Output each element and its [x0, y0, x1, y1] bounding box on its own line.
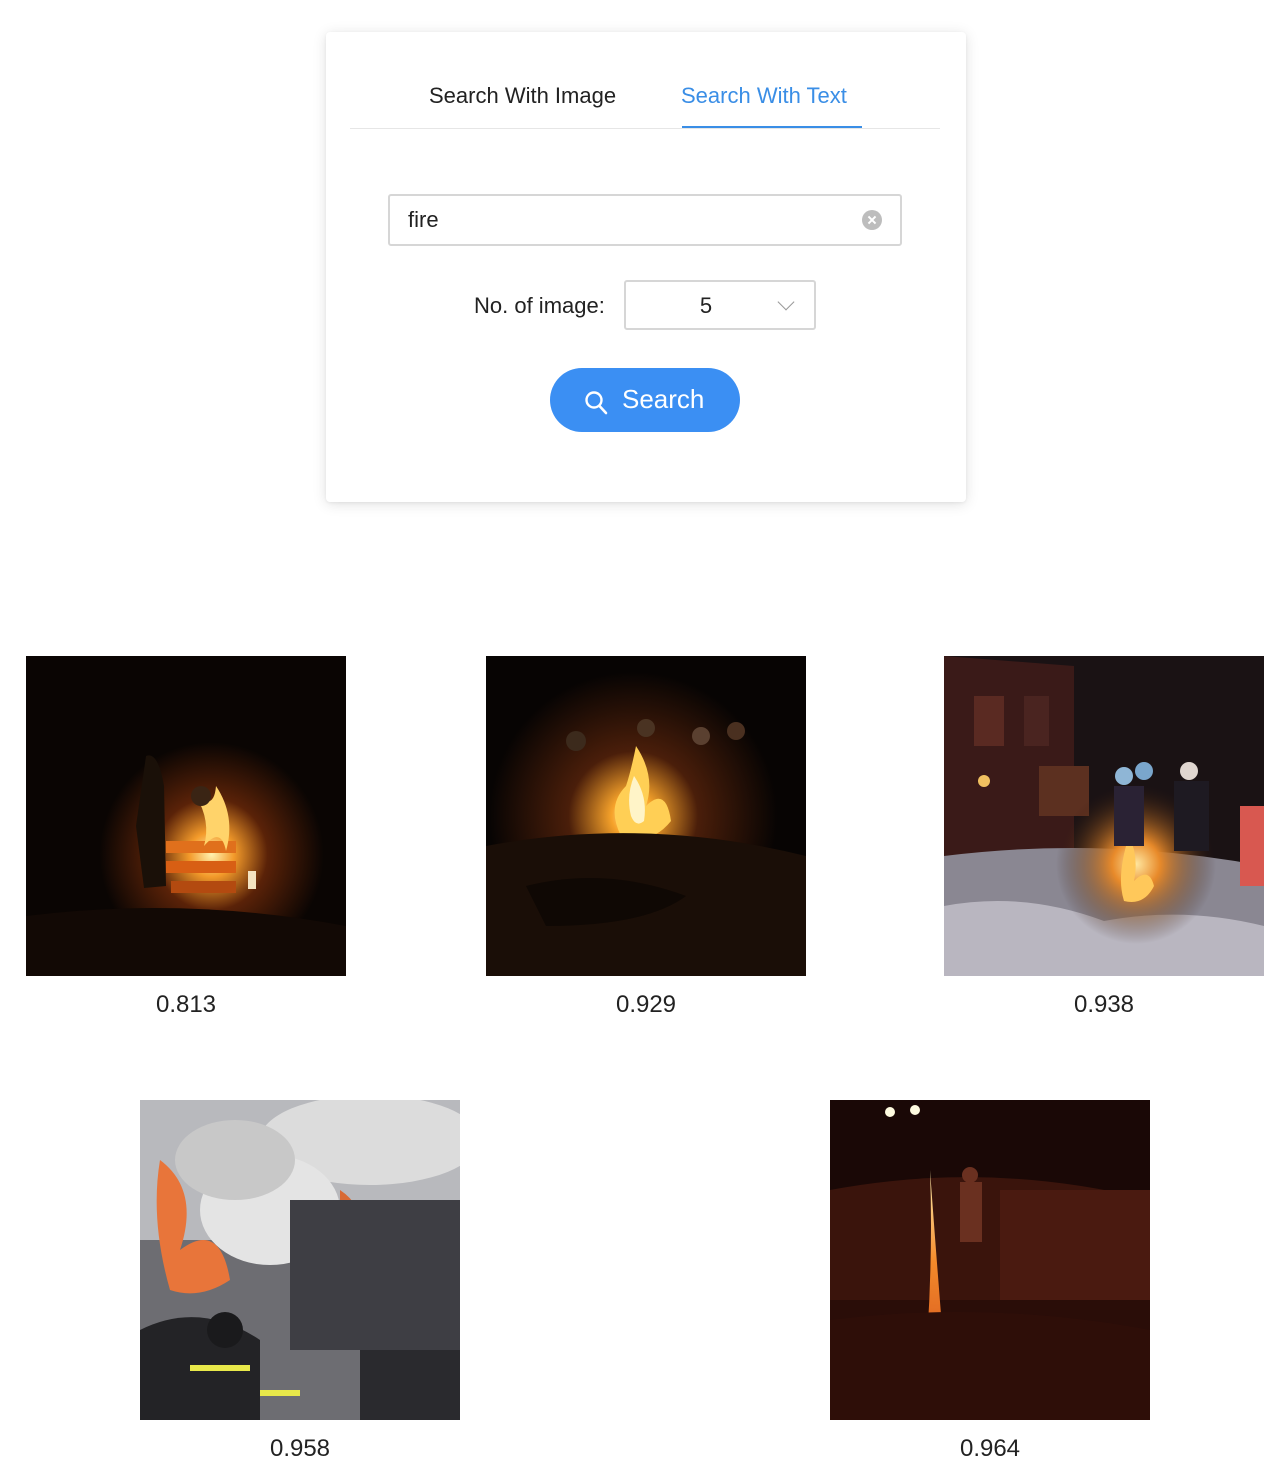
- result-image[interactable]: [944, 656, 1264, 976]
- search-mode-tabs: Search With Image Search With Text: [350, 32, 940, 129]
- result-score: 0.813: [155, 991, 217, 1018]
- result-score: 0.964: [959, 1435, 1021, 1462]
- search-button[interactable]: Search: [550, 368, 740, 432]
- result-item[interactable]: 0.813: [26, 656, 346, 1020]
- result-item[interactable]: 0.929: [486, 656, 806, 1020]
- search-card: Search With Image Search With Text No. o…: [326, 32, 966, 502]
- clear-icon[interactable]: [862, 210, 882, 230]
- result-score: 0.938: [1073, 991, 1135, 1018]
- result-item[interactable]: 0.964: [830, 1100, 1150, 1464]
- search-icon: [585, 391, 608, 415]
- result-image[interactable]: [486, 656, 806, 976]
- result-item[interactable]: 0.938: [944, 656, 1264, 1020]
- result-score: 0.958: [269, 1435, 331, 1462]
- image-count-label: No. of image:: [474, 293, 605, 318]
- tab-search-with-image[interactable]: Search With Image: [429, 82, 616, 110]
- result-image[interactable]: [140, 1100, 460, 1420]
- search-field[interactable]: [388, 194, 902, 246]
- page: Search With Image Search With Text No. o…: [0, 0, 1284, 1482]
- tab-search-with-text[interactable]: Search With Text: [681, 82, 847, 110]
- result-image[interactable]: [26, 656, 346, 976]
- result-image[interactable]: [830, 1100, 1150, 1420]
- result-score: 0.929: [615, 991, 677, 1018]
- active-tab-indicator: [682, 126, 862, 128]
- search-button-label: Search: [622, 384, 705, 414]
- search-input[interactable]: [408, 196, 838, 244]
- image-count-select[interactable]: 5: [624, 280, 816, 330]
- result-item[interactable]: 0.958: [140, 1100, 460, 1464]
- image-count-value: 5: [699, 293, 713, 318]
